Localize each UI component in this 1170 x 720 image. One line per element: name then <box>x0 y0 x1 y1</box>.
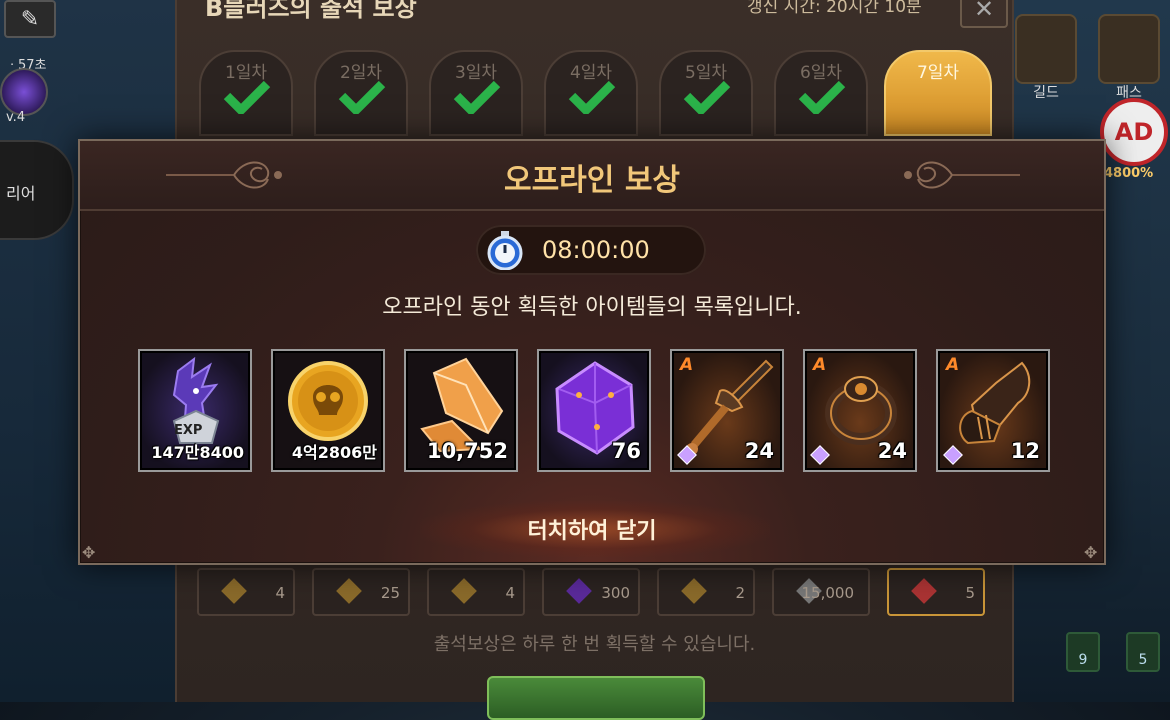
day-2-tile[interactable]: 2일차 <box>314 50 408 136</box>
right-ornament-icon <box>904 161 1020 189</box>
day-4-tile[interactable]: 4일차 <box>544 50 638 136</box>
item-qty: 147만8400 <box>151 443 244 462</box>
corner-ornament: ✥ <box>1084 543 1098 562</box>
reward-icon <box>911 578 937 604</box>
tap-to-close[interactable]: 터치하여 닫기 <box>80 513 1104 545</box>
reward-slot-1: 4 <box>197 568 295 616</box>
reward-qty: 300 <box>601 584 630 602</box>
grade-badge: A <box>680 355 694 375</box>
exp-badge: EXP <box>174 423 203 438</box>
day-3-tile[interactable]: 3일차 <box>429 50 523 136</box>
reward-icon <box>566 578 592 604</box>
day-5-tile[interactable]: 5일차 <box>659 50 753 136</box>
stopwatch-icon <box>487 231 523 270</box>
reward-icon <box>681 578 707 604</box>
grade-badge: A <box>946 355 960 375</box>
item-qty: 24 <box>877 439 907 463</box>
reward-slot-5: 2 <box>657 568 755 616</box>
attendance-confirm-button[interactable] <box>487 676 705 720</box>
modal-description: 오프라인 동안 획득한 아이템들의 목록입니다. <box>382 295 802 320</box>
checkmark-icon <box>568 80 616 114</box>
reward-slot-4: 300 <box>542 568 640 616</box>
skill-orb-icon[interactable] <box>0 68 48 116</box>
modal-header: 오프라인 보상 <box>80 141 1104 211</box>
hud-count-b[interactable]: 5 <box>1126 632 1160 672</box>
edit-icon[interactable]: ✎ <box>4 0 56 38</box>
career-label: 리어 <box>6 184 36 203</box>
reward-qty: 2 <box>735 584 745 602</box>
attendance-title: B블러즈의 출석 보상 <box>205 0 417 22</box>
reward-item-gauntlet[interactable]: A 12 <box>936 349 1050 472</box>
reward-qty: 25 <box>380 584 400 602</box>
reward-slot-2: 25 <box>312 568 410 616</box>
attendance-close-button[interactable]: ✕ <box>960 0 1008 28</box>
reward-slot-6: 15,000 <box>772 568 870 616</box>
day-1-tile[interactable]: 1일차 <box>199 50 293 136</box>
day-6-tile[interactable]: 6일차 <box>774 50 868 136</box>
ad-button[interactable]: AD <box>1100 98 1168 166</box>
guild-label: 길드 <box>1033 85 1059 101</box>
reward-icon <box>451 578 477 604</box>
corner-ornament: ✥ <box>82 543 96 562</box>
pass-button[interactable]: 패스 <box>1098 14 1160 101</box>
reward-qty: 4 <box>275 584 285 602</box>
reward-item-sword[interactable]: A 24 <box>670 349 784 472</box>
offline-reward-modal[interactable]: ✥ ✥ ✥ ✥ 오프라인 보상 08:00:00 오프라인 동안 획득한 아이템… <box>78 139 1106 565</box>
item-qty: 76 <box>611 439 641 463</box>
ad-bonus-label: 4800% <box>1104 166 1154 181</box>
reward-qty: 5 <box>965 584 975 602</box>
reward-qty: 15,000 <box>801 584 855 602</box>
checkmark-icon <box>683 80 731 114</box>
reward-item-ring[interactable]: A 24 <box>803 349 917 472</box>
checkmark-icon <box>798 80 846 114</box>
attendance-refresh-time: 갱신 시간: 20시간 10분 <box>747 0 922 17</box>
reward-item-dice[interactable]: 76 <box>537 349 651 472</box>
reward-item-exp[interactable]: EXP 147만8400 <box>138 349 252 472</box>
item-qty: 10,752 <box>426 439 508 463</box>
grade-badge: A <box>813 355 827 375</box>
timer-value: 08:00:00 <box>542 236 650 264</box>
career-button[interactable]: 리어 <box>0 140 74 240</box>
reward-item-gold[interactable]: 4억2806만 <box>271 349 385 472</box>
reward-slot-7: 5 <box>887 568 985 616</box>
item-qty: 24 <box>744 439 774 463</box>
attendance-note: 출석보상은 하루 한 번 획득할 수 있습니다. <box>433 634 756 655</box>
item-qty: 4억2806만 <box>291 443 377 462</box>
day-7-tile[interactable]: 7일차 <box>884 50 992 136</box>
guild-button[interactable]: 길드 <box>1015 14 1077 101</box>
hud-level-label: v.4 <box>6 110 26 125</box>
reward-slot-3: 4 <box>427 568 525 616</box>
checkmark-icon <box>453 80 501 114</box>
offline-timer: 08:00:00 <box>476 225 706 275</box>
reward-icon <box>336 578 362 604</box>
item-qty: 12 <box>1010 439 1040 463</box>
checkmark-icon <box>338 80 386 114</box>
reward-icon <box>221 578 247 604</box>
reward-qty: 4 <box>505 584 515 602</box>
hud-count-a[interactable]: 9 <box>1066 632 1100 672</box>
reward-item-crystal[interactable]: 10,752 <box>404 349 518 472</box>
day-label: 7일차 <box>916 63 960 83</box>
checkmark-icon <box>223 80 271 114</box>
